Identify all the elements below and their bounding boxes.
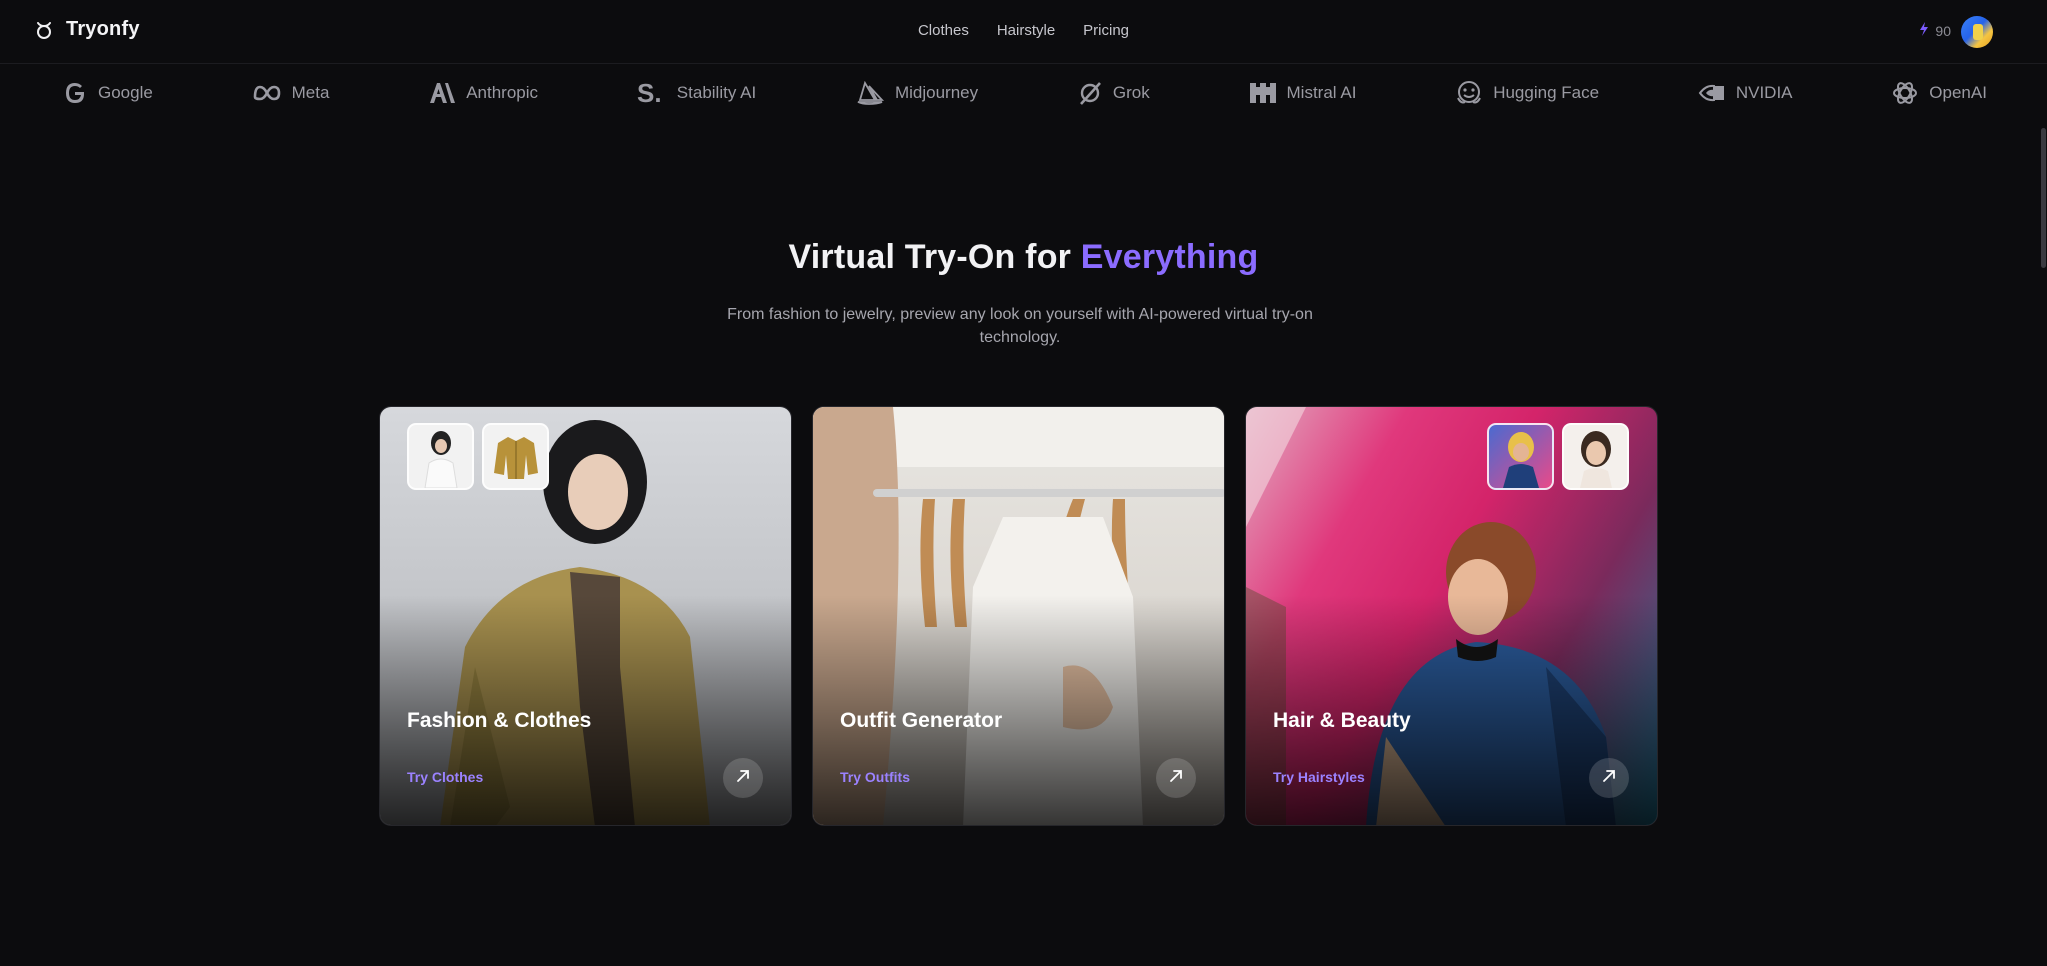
try-clothes-link[interactable]: Try Clothes — [407, 769, 483, 785]
partner-midjourney: Midjourney — [855, 81, 978, 105]
grok-icon — [1077, 80, 1103, 106]
section-title-main: Virtual Try-On for — [788, 238, 1081, 276]
section-subtitle: From fashion to jewelry, preview any loo… — [727, 306, 1313, 346]
partner-anthropic: Anthropic — [428, 82, 538, 104]
open-card-button[interactable] — [1589, 758, 1629, 798]
card-title: Fashion & Clothes — [407, 709, 592, 732]
credits-count: 90 — [1935, 22, 1951, 39]
nvidia-icon — [1698, 83, 1726, 103]
partner-label: NVIDIA — [1735, 83, 1793, 102]
partner-label: Meta — [291, 83, 330, 102]
nav-link-pricing[interactable]: Pricing — [1083, 22, 1129, 39]
partner-label: Google — [98, 83, 153, 102]
try-outfits-link[interactable]: Try Outfits — [840, 769, 910, 785]
partner-stability-ai: S. Stability AI — [637, 81, 756, 105]
thumbnail-row — [1487, 423, 1629, 490]
partner-nvidia: NVIDIA — [1698, 83, 1793, 103]
partner-google: Google — [62, 80, 153, 106]
partner-label: Hugging Face — [1493, 83, 1600, 102]
lightning-icon — [1919, 22, 1929, 39]
page-scrollbar[interactable] — [2039, 128, 2047, 268]
anthropic-icon — [428, 82, 456, 104]
partner-mistral-ai: Mistral AI — [1249, 81, 1357, 105]
partner-grok: Grok — [1077, 80, 1150, 106]
nav-link-hairstyle[interactable]: Hairstyle — [997, 22, 1055, 39]
partner-openai: OpenAI — [1891, 79, 1987, 107]
nav-link-clothes[interactable]: Clothes — [918, 22, 969, 39]
section-title-accent: Everything — [1080, 238, 1259, 276]
partner-label: Anthropic — [466, 83, 539, 102]
credits-counter[interactable]: 90 — [1919, 22, 1951, 39]
thumbnail-portrait — [1562, 423, 1629, 490]
top-navigation-bar: Tryonfy Clothes Hairstyle Pricing 90 — [0, 0, 2047, 64]
partner-label: Grok — [1112, 83, 1150, 102]
card-fashion-clothes[interactable]: Fashion & Clothes Try Clothes — [379, 406, 792, 826]
mistral-icon — [1249, 81, 1277, 105]
thumbnail-hairstyle-reference — [1487, 423, 1554, 490]
category-cards: Fashion & Clothes Try Clothes Outfit Gen… — [379, 406, 1658, 826]
arrow-up-right-icon — [736, 769, 750, 788]
partner-hugging-face: Hugging Face — [1455, 80, 1599, 106]
stability-ai-icon: S. — [637, 81, 667, 105]
page: Tryonfy Clothes Hairstyle Pricing 90 Goo… — [0, 0, 2047, 966]
svg-text:S.: S. — [637, 81, 662, 105]
card-title: Hair & Beauty — [1273, 709, 1411, 732]
scrollbar-thumb[interactable] — [2041, 128, 2046, 268]
open-card-button[interactable] — [723, 758, 763, 798]
partner-meta: Meta — [252, 83, 330, 103]
hugging-face-icon — [1455, 80, 1483, 106]
card-outfit-generator[interactable]: Outfit Generator Try Outfits — [812, 406, 1225, 826]
meta-icon — [252, 83, 282, 103]
section-title: Virtual Try-On for Everything — [0, 238, 2047, 277]
user-avatar[interactable] — [1961, 16, 1993, 48]
google-icon — [62, 80, 88, 106]
midjourney-icon — [855, 81, 885, 105]
try-hairstyles-link[interactable]: Try Hairstyles — [1273, 769, 1365, 785]
arrow-up-right-icon — [1169, 769, 1183, 788]
open-card-button[interactable] — [1156, 758, 1196, 798]
thumbnail-row — [407, 423, 549, 490]
thumbnail-person-white-shirt — [407, 423, 474, 490]
main-nav: Clothes Hairstyle Pricing — [0, 22, 2047, 39]
card-hair-beauty[interactable]: Hair & Beauty Try Hairstyles — [1245, 406, 1658, 826]
arrow-up-right-icon — [1602, 769, 1616, 788]
partner-label: OpenAI — [1929, 83, 1987, 102]
partner-label: Mistral AI — [1286, 83, 1357, 102]
partner-label: Stability AI — [676, 83, 757, 102]
openai-icon — [1891, 79, 1919, 107]
thumbnail-jacket — [482, 423, 549, 490]
partner-logos-strip: Google Meta Anthropic S. Stability AI Mi… — [0, 64, 2047, 122]
partner-label: Midjourney — [894, 83, 979, 102]
card-title: Outfit Generator — [840, 709, 1003, 732]
